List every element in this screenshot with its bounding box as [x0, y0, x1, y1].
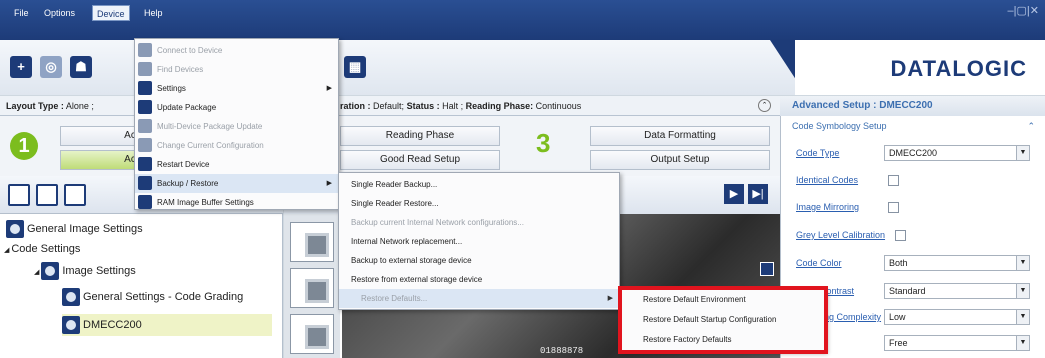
phase-value: Continuous: [535, 101, 582, 111]
wizard-panel: 1 Ac Ac Reading Phase Good Read Setup 3 …: [0, 116, 780, 176]
settings-icon: [6, 220, 24, 239]
barcode-icon: [62, 316, 80, 335]
code-symbology-section[interactable]: Code Symbology Setup ⌃: [780, 118, 1045, 134]
data-formatting-button[interactable]: Data Formatting: [590, 126, 770, 146]
code-type-label[interactable]: Code Type: [796, 148, 839, 158]
menu-item-network-replacement[interactable]: Internal Network replacement...: [339, 232, 619, 251]
layout-type-label: Layout Type :: [6, 101, 64, 111]
settings-icon: [62, 288, 80, 307]
grey-level-calibration-label: Grey Level Calibration: [796, 230, 886, 240]
package-icon: [138, 100, 152, 114]
image-icon: [41, 262, 60, 281]
restart-icon: [138, 157, 152, 171]
decoding-complexity-select[interactable]: Low: [884, 309, 1030, 325]
step-icon[interactable]: ▶|: [748, 184, 768, 204]
menu-options[interactable]: Options: [40, 5, 79, 21]
config-label: ration :: [340, 101, 371, 111]
view-icon[interactable]: [8, 184, 30, 206]
config-icon: [138, 138, 152, 152]
output-setup-button[interactable]: Output Setup: [590, 150, 770, 170]
menu-item-update-package[interactable]: Update Package: [135, 98, 338, 117]
menu-item-restore-defaults[interactable]: Restore Defaults... ▶: [339, 289, 619, 308]
thumbnail[interactable]: 8: [290, 268, 334, 308]
image-tool-icon[interactable]: [64, 184, 86, 206]
memory-icon: [138, 195, 152, 209]
chevron-down-icon[interactable]: ▼: [1016, 255, 1030, 271]
menu-item-backup-network[interactable]: Backup current Internal Network configur…: [339, 213, 619, 232]
submenu-arrow-icon: ▶: [326, 85, 332, 92]
status-label: Status :: [406, 101, 440, 111]
gear-icon: [138, 81, 152, 95]
zoom-icon[interactable]: [760, 262, 774, 276]
menu-item-change-config[interactable]: Change Current Configuration: [135, 136, 338, 155]
add-icon[interactable]: +: [10, 56, 32, 78]
chevron-down-icon[interactable]: ▼: [1016, 145, 1030, 161]
identical-codes-label: Identical Codes: [796, 175, 859, 185]
image-mirroring-label: Image Mirroring: [796, 202, 860, 212]
free-select[interactable]: Free: [884, 335, 1030, 351]
image-mirroring-checkbox[interactable]: [888, 202, 899, 213]
tree-item[interactable]: ◢ Code Settings: [4, 238, 80, 260]
user-icon[interactable]: ☗: [70, 56, 92, 78]
menu-item-find-devices[interactable]: Find Devices: [135, 60, 338, 79]
backup-restore-menu: Single Reader Backup... Single Reader Re…: [338, 172, 620, 310]
code-color-label: Code Color: [796, 258, 842, 268]
play-icon[interactable]: ▶: [724, 184, 744, 204]
datalogic-logo: DATALOGIC: [890, 56, 1027, 81]
grey-level-calibration-checkbox[interactable]: [895, 230, 906, 241]
refresh-icon[interactable]: ◎: [40, 56, 62, 78]
menu-item-connect[interactable]: Connect to Device: [135, 41, 338, 60]
reading-phase-button[interactable]: Reading Phase: [340, 126, 500, 146]
advanced-setup-title: Advanced Setup : DMECC200: [780, 96, 1045, 116]
config-value: Default;: [373, 101, 405, 111]
menu-item-single-restore[interactable]: Single Reader Restore...: [339, 194, 619, 213]
status-row: Layout Type : Alone ; ration : Default; …: [0, 96, 780, 116]
tree-item-selected[interactable]: DMECC200: [62, 314, 272, 336]
code-type-select[interactable]: DMECC200: [884, 145, 1030, 161]
thumbnail[interactable]: 1: [290, 222, 334, 262]
tree-item[interactable]: General Image Settings: [6, 218, 143, 240]
chevron-down-icon[interactable]: ▼: [1016, 283, 1030, 299]
thumbnail-column: 1 8 7: [284, 214, 340, 358]
tree-item[interactable]: ◢ Image Settings: [34, 260, 136, 282]
menu-item-restore-external[interactable]: Restore from external storage device: [339, 270, 619, 289]
menu-item-backup-restore[interactable]: Backup / Restore ▶: [135, 174, 338, 193]
chevron-down-icon[interactable]: ▼: [1016, 309, 1030, 325]
good-read-setup-button[interactable]: Good Read Setup: [340, 150, 500, 170]
step-1-badge: 1: [10, 132, 38, 160]
menu-file[interactable]: File: [10, 5, 33, 21]
thumbnail[interactable]: 7: [290, 314, 334, 354]
submenu-arrow-icon: ▶: [607, 295, 613, 302]
menu-item-ram-buffer[interactable]: RAM Image Buffer Settings: [135, 193, 338, 212]
backup-icon: [138, 176, 152, 190]
grid-icon[interactable]: ▦: [344, 56, 366, 78]
menu-item-single-backup[interactable]: Single Reader Backup...: [339, 175, 619, 194]
menu-item-multi-device-update[interactable]: Multi-Device Package Update: [135, 117, 338, 136]
connect-icon: [138, 43, 152, 57]
package-icon: [138, 119, 152, 133]
camera-code-text: 01888878: [540, 346, 584, 356]
menu-device[interactable]: Device: [92, 5, 130, 21]
window-controls[interactable]: –|▢|✕: [1008, 4, 1039, 17]
columns-icon[interactable]: [36, 184, 58, 206]
menubar: File Options Device Help –|▢|✕: [0, 0, 1045, 40]
collapse-icon[interactable]: ⌃: [758, 99, 771, 112]
status-value: Halt ;: [442, 101, 464, 111]
code-contrast-select[interactable]: Standard: [884, 283, 1030, 299]
step-3-badge: 3: [536, 128, 551, 158]
phase-label: Reading Phase:: [465, 101, 534, 111]
menu-item-restart-device[interactable]: Restart Device: [135, 155, 338, 174]
chevron-down-icon[interactable]: ▼: [1016, 335, 1030, 351]
highlight-box: [618, 286, 828, 354]
layout-type-value: Alone ;: [65, 101, 94, 111]
code-color-select[interactable]: Both: [884, 255, 1030, 271]
device-menu: Connect to Device Find Devices Settings ▶…: [134, 38, 339, 210]
menu-item-backup-external[interactable]: Backup to external storage device: [339, 251, 619, 270]
search-icon: [138, 62, 152, 76]
menu-help[interactable]: Help: [140, 5, 167, 21]
menu-item-settings[interactable]: Settings ▶: [135, 79, 338, 98]
tree-item[interactable]: General Settings - Code Grading: [62, 286, 243, 308]
submenu-arrow-icon: ▶: [326, 180, 332, 187]
identical-codes-checkbox[interactable]: [888, 175, 899, 186]
